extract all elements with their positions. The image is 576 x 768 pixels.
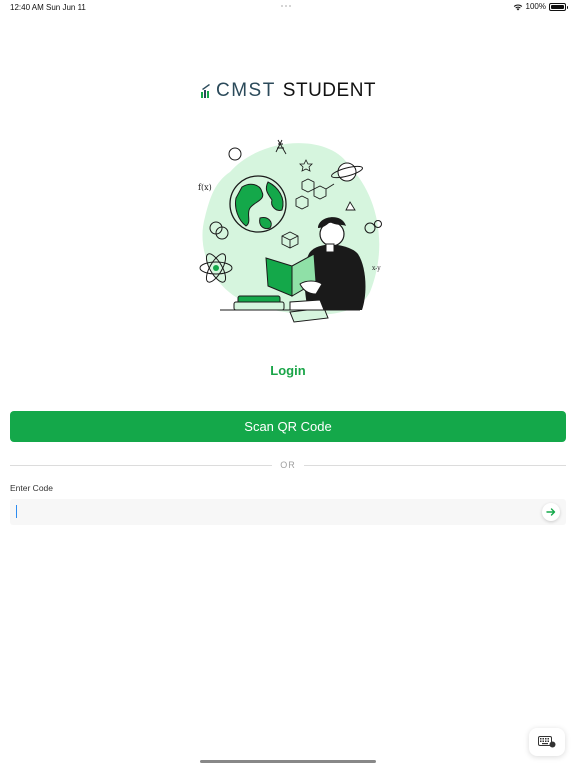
login-title: Login	[270, 363, 306, 378]
arrow-right-icon	[546, 508, 556, 516]
home-indicator[interactable]	[200, 760, 376, 763]
divider-line-right	[303, 464, 566, 466]
text-caret	[16, 505, 17, 518]
status-right: 100%	[513, 2, 568, 11]
logo-cmst-text: CMST	[215, 80, 276, 101]
enter-code-input[interactable]	[10, 499, 566, 525]
graduation-book-logo-icon	[200, 84, 210, 98]
keyboard-toggle-button[interactable]	[529, 728, 565, 756]
status-bar: 12:40 AM Sun Jun 11 100%	[0, 0, 576, 16]
enter-code-label: Enter Code	[10, 483, 53, 493]
student-reading-illustration: f(x) x-y	[198, 139, 382, 323]
svg-text:f(x): f(x)	[198, 183, 212, 192]
submit-code-button[interactable]	[542, 503, 560, 521]
divider-line-left	[10, 464, 273, 466]
wifi-icon	[513, 3, 522, 10]
svg-text:x-y: x-y	[372, 265, 381, 272]
logo-student-text: STUDENT	[282, 80, 377, 101]
status-time: 12:40 AM	[10, 3, 44, 12]
keyboard-icon	[538, 736, 556, 748]
multitasking-dots-icon[interactable]	[281, 5, 291, 7]
battery-percent: 100%	[525, 2, 546, 11]
scan-qr-code-button[interactable]: Scan QR Code	[10, 411, 566, 442]
status-date: Sun Jun 11	[46, 3, 86, 12]
divider-text: OR	[280, 460, 296, 470]
app-logo: CMST STUDENT	[0, 80, 576, 102]
battery-icon	[549, 2, 568, 11]
or-divider: OR	[10, 458, 566, 472]
